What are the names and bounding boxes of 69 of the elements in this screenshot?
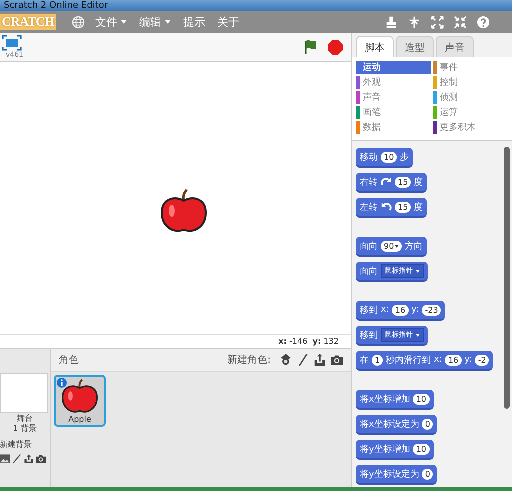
paintbrush-icon[interactable] [297, 354, 309, 366]
motion-block[interactable]: 将y坐标增加 10 [356, 440, 434, 460]
apple-drawing[interactable] [60, 379, 100, 415]
sprite-name: Apple [68, 415, 92, 424]
motion-block[interactable]: 面向 90 方向 [356, 237, 428, 257]
grow-icon[interactable] [431, 16, 444, 28]
category-item[interactable]: 运动 [356, 61, 431, 74]
category-item[interactable]: 事件 [433, 61, 508, 74]
stop-icon[interactable] [328, 40, 343, 54]
caret-icon [165, 20, 172, 24]
number-input[interactable]: -2 [475, 354, 490, 366]
rotate-clockwise-icon [381, 176, 392, 188]
number-input[interactable]: 10 [381, 152, 398, 162]
category-item[interactable]: 运算 [433, 106, 508, 119]
info-icon[interactable] [57, 378, 67, 388]
number-input[interactable]: 10 [413, 444, 430, 454]
motion-block[interactable]: 在 1 秒内滑行到 x: 16 y: -2 [356, 351, 494, 371]
motion-block[interactable]: 将y坐标设定为 0 [356, 465, 438, 485]
category-item[interactable]: 控制 [433, 76, 508, 89]
motion-block[interactable]: 将x坐标设定为 0 [356, 415, 438, 435]
mouse-coordinates: x: -146 y: 132 [278, 337, 339, 346]
rotate-counterclockwise-icon [381, 202, 392, 212]
number-input[interactable]: 15 [395, 176, 412, 188]
backdrop-count: 1 背景 [13, 424, 37, 433]
number-input[interactable]: 15 [395, 202, 412, 212]
category-item[interactable]: 画笔 [356, 106, 431, 119]
globe-icon[interactable] [72, 16, 86, 28]
upload-icon[interactable] [314, 354, 326, 366]
motion-block[interactable]: 右转 15 度 [356, 173, 428, 193]
stage-thumbnail[interactable] [0, 373, 48, 413]
motion-block[interactable]: 将x坐标增加 10 [356, 390, 434, 410]
help-icon[interactable] [477, 16, 490, 28]
caret-icon [121, 20, 128, 24]
camera-icon[interactable] [331, 354, 343, 366]
motion-block[interactable]: 移动 10 步 [356, 148, 414, 168]
upload-icon[interactable] [24, 454, 34, 464]
number-dropdown[interactable]: 90 [381, 240, 402, 252]
category-item[interactable]: 侦测 [433, 91, 508, 104]
number-input[interactable]: 16 [392, 304, 409, 316]
presentation-mode-icon[interactable] [2, 35, 22, 51]
sprites-title: 角色 [59, 354, 79, 367]
category-item[interactable]: 更多积木 [433, 121, 508, 134]
landscape-icon[interactable] [0, 454, 10, 464]
number-input[interactable]: 0 [422, 468, 434, 480]
category-item[interactable]: 声音 [356, 91, 431, 104]
motion-block[interactable]: 移到 x: 16 y: -23 [356, 301, 446, 321]
category-item[interactable]: 数据 [356, 121, 431, 134]
tab[interactable]: 声音 [436, 36, 474, 57]
motion-block[interactable]: 左转 15 度 [356, 198, 428, 218]
scrollbar[interactable] [504, 147, 510, 409]
number-input[interactable]: 1 [372, 354, 384, 366]
tab[interactable]: 造型 [396, 36, 434, 57]
apple-drawing[interactable] [158, 189, 208, 235]
camera-icon[interactable] [36, 454, 46, 464]
tab[interactable]: 脚本 [356, 36, 394, 57]
stage-label: 舞台 [17, 414, 33, 423]
window-title: Scratch 2 Online Editor [4, 0, 108, 10]
new-sprite-label: 新建角色: [228, 354, 271, 367]
number-input[interactable]: -23 [422, 304, 442, 316]
new-backdrop-label: 新建背景 [0, 440, 32, 449]
paintbrush-icon[interactable] [12, 454, 22, 464]
shrink-icon[interactable] [454, 16, 467, 28]
sprite-tile[interactable]: Apple [54, 375, 106, 427]
character-icon[interactable] [280, 354, 292, 366]
number-input[interactable]: 0 [422, 418, 434, 430]
stamp-icon[interactable] [385, 16, 398, 28]
number-input[interactable]: 16 [445, 354, 462, 366]
category-item[interactable]: 外观 [356, 76, 431, 89]
number-input[interactable]: 10 [413, 394, 430, 404]
